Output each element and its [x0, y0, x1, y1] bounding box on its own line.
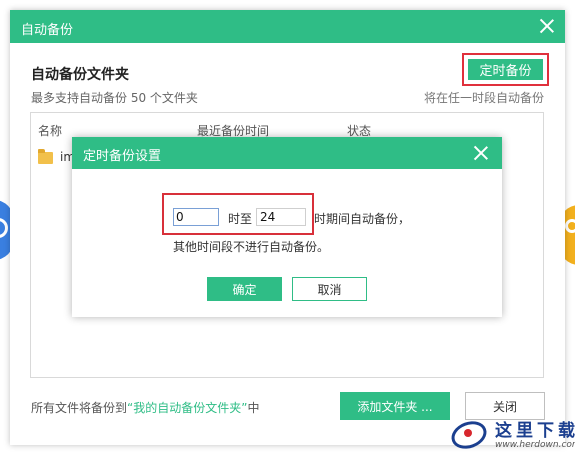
period-note: 其他时间段不进行自动备份。: [173, 240, 330, 254]
backup-destination-text: 所有文件将备份到“我的自动备份文件夹”中: [31, 399, 259, 416]
folder-icon: [38, 149, 53, 164]
watermark-text: 这里下载: [495, 421, 575, 441]
footer-suffix: 中: [247, 401, 260, 415]
section-subtitle: 最多支持自动备份 50 个文件夹: [31, 91, 198, 105]
backup-destination-link[interactable]: “我的自动备份文件夹”: [127, 401, 247, 415]
modal-close-icon[interactable]: [472, 144, 490, 162]
timed-backup-hint: 将在任一时段自动备份: [423, 91, 544, 105]
footer-prefix: 所有文件将备份到: [31, 401, 128, 415]
watermark-logo-icon: [447, 416, 491, 448]
end-hour-input[interactable]: [256, 208, 306, 226]
watermark-url: www.herdown.com: [495, 440, 575, 450]
period-suffix-label: 时期间自动备份，: [314, 212, 411, 226]
cancel-button[interactable]: 取消: [292, 277, 367, 301]
section-title: 自动备份文件夹: [31, 67, 129, 83]
dialog-titlebar: 自动备份: [10, 10, 565, 43]
modal-titlebar: 定时备份设置: [72, 137, 502, 169]
to-label: 时至: [228, 212, 253, 226]
start-hour-input[interactable]: [173, 208, 219, 226]
watermark: 这里下载 www.herdown.com: [447, 410, 575, 454]
ok-button[interactable]: 确定: [207, 277, 282, 301]
dialog-title: 自动备份: [21, 23, 74, 38]
modal-title: 定时备份设置: [83, 149, 162, 164]
add-folder-button[interactable]: 添加文件夹 ...: [340, 392, 450, 420]
close-icon[interactable]: [538, 17, 556, 35]
column-header-name[interactable]: 名称: [38, 122, 62, 139]
timed-backup-settings-modal: 定时备份设置 时至 时期间自动备份， 其他时间段不进行自动备份。 确定 取消: [72, 137, 502, 317]
timed-backup-highlight: 定时备份: [462, 53, 549, 86]
timed-backup-button[interactable]: 定时备份: [468, 59, 543, 80]
